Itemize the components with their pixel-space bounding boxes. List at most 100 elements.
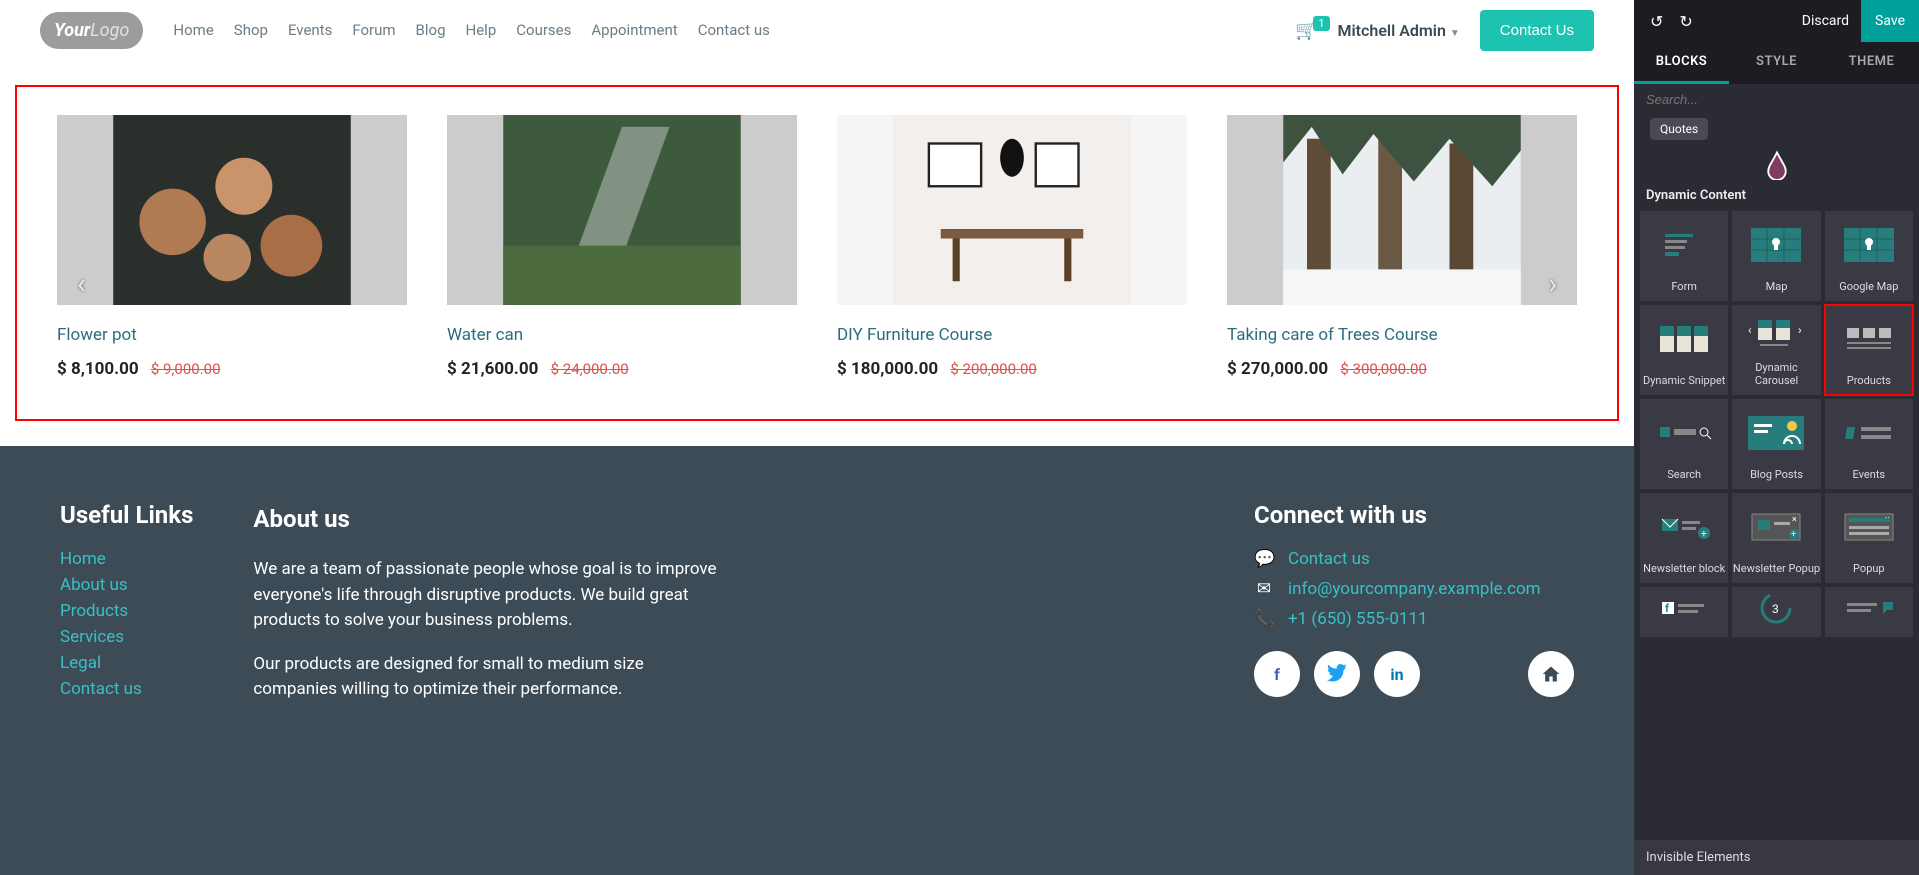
current-price: $ 8,100.00 [57, 359, 139, 379]
block-discussion[interactable] [1825, 587, 1913, 637]
svg-text:‹: ‹ [1748, 323, 1752, 337]
block-newsletter-popup[interactable]: ×+ Newsletter Popup [1732, 493, 1820, 583]
nav-contactus[interactable]: Contact us [698, 21, 770, 39]
footer-useful-links: Useful Links Home About us Products Serv… [60, 501, 193, 721]
block-facebook[interactable]: f [1640, 587, 1728, 637]
product-price: $ 21,600.00 $ 24,000.00 [447, 359, 797, 379]
user-menu[interactable]: Mitchell Admin ▼ [1338, 21, 1460, 40]
current-price: $ 180,000.00 [837, 359, 938, 379]
block-newsletter-block[interactable]: + Newsletter block [1640, 493, 1728, 583]
cart-button[interactable]: 🛒 1 [1295, 20, 1317, 41]
product-card[interactable]: Water can $ 21,600.00 $ 24,000.00 [447, 115, 797, 379]
nav-appointment[interactable]: Appointment [591, 21, 677, 39]
product-card[interactable]: Flower pot $ 8,100.00 $ 9,000.00 [57, 115, 407, 379]
svg-text:3: 3 [1772, 602, 1779, 616]
about-text-1: We are a team of passionate people whose… [253, 557, 723, 634]
current-price: $ 270,000.00 [1227, 359, 1328, 379]
tab-blocks[interactable]: BLOCKS [1634, 42, 1729, 84]
invisible-elements-bar[interactable]: Invisible Elements [1634, 840, 1919, 875]
user-name: Mitchell Admin [1338, 21, 1446, 40]
undo-button[interactable]: ↺ [1642, 12, 1671, 31]
save-button[interactable]: Save [1861, 0, 1919, 42]
about-text-2: Our products are designed for small to m… [253, 652, 723, 703]
product-title: DIY Furniture Course [837, 325, 1187, 345]
main-content-area: YourLogo Home Shop Events Forum Blog Hel… [0, 0, 1634, 875]
facebook-button[interactable]: f [1254, 651, 1300, 697]
block-google-map[interactable]: Google Map [1825, 211, 1913, 301]
block-form[interactable]: Form [1640, 211, 1728, 301]
connect-contact-link[interactable]: Contact us [1288, 549, 1370, 569]
linkedin-button[interactable]: in [1374, 651, 1420, 697]
contact-us-button[interactable]: Contact Us [1480, 10, 1594, 51]
block-label: Dynamic Snippet [1643, 374, 1725, 387]
discard-button[interactable]: Discard [1790, 13, 1861, 29]
svg-text:›: › [1798, 323, 1802, 337]
redo-button[interactable]: ↻ [1671, 12, 1700, 31]
nav-shop[interactable]: Shop [234, 21, 268, 39]
carousel-next-button[interactable]: › [1549, 267, 1557, 300]
blocks-scroll-area[interactable]: Quotes Dynamic Content Form Map Google M… [1634, 116, 1919, 840]
site-footer: Useful Links Home About us Products Serv… [0, 446, 1634, 875]
chevron-down-icon: ▼ [1450, 28, 1460, 39]
footer-link-legal[interactable]: Legal [60, 653, 193, 673]
editor-search-row [1634, 84, 1919, 116]
block-grid: Form Map Google Map Dynamic Snippet ‹› D… [1640, 211, 1913, 637]
footer-link-home[interactable]: Home [60, 549, 193, 569]
connect-email-link[interactable]: info@yourcompany.example.com [1288, 579, 1541, 599]
footer-link-contact[interactable]: Contact us [60, 679, 193, 699]
product-image [57, 115, 407, 305]
block-label: Blog Posts [1750, 468, 1803, 481]
website-editor-panel: ↺ ↻ Discard Save BLOCKS STYLE THEME Quot… [1634, 0, 1919, 875]
dynamic-content-heading: Dynamic Content [1646, 188, 1913, 203]
block-dynamic-carousel[interactable]: ‹› Dynamic Carousel [1732, 305, 1820, 395]
block-events[interactable]: Events [1825, 399, 1913, 489]
block-dynamic-snippet[interactable]: Dynamic Snippet [1640, 305, 1728, 395]
connect-heading: Connect with us [1254, 501, 1574, 529]
home-floating-button[interactable] [1528, 651, 1574, 697]
footer-connect: Connect with us 💬 Contact us ✉ info@your… [1254, 501, 1574, 721]
block-countdown[interactable]: 3 [1732, 587, 1820, 637]
nav-forum[interactable]: Forum [352, 21, 395, 39]
block-popup[interactable]: × Popup [1825, 493, 1913, 583]
product-title: Taking care of Trees Course [1227, 325, 1577, 345]
drop-icon [1762, 150, 1792, 180]
tab-style[interactable]: STYLE [1729, 42, 1824, 84]
svg-text:+: + [1701, 529, 1707, 540]
block-label: Events [1853, 468, 1886, 481]
block-label: Google Map [1839, 280, 1898, 293]
block-search-input[interactable] [1646, 92, 1907, 107]
product-image [447, 115, 797, 305]
block-products[interactable]: Products [1825, 305, 1913, 395]
top-navbar: YourLogo Home Shop Events Forum Blog Hel… [0, 0, 1634, 60]
nav-help[interactable]: Help [466, 21, 497, 39]
about-heading: About us [253, 501, 723, 537]
nav-home[interactable]: Home [173, 21, 213, 39]
product-card[interactable]: DIY Furniture Course $ 180,000.00 $ 200,… [837, 115, 1187, 379]
block-search[interactable]: Search [1640, 399, 1728, 489]
quotes-category-pill[interactable]: Quotes [1650, 118, 1708, 140]
carousel-prev-button[interactable]: ‹ [77, 267, 85, 300]
twitter-button[interactable] [1314, 651, 1360, 697]
block-label: Newsletter Popup [1733, 562, 1820, 575]
footer-link-services[interactable]: Services [60, 627, 193, 647]
tab-theme[interactable]: THEME [1824, 42, 1919, 84]
nav-events[interactable]: Events [288, 21, 332, 39]
connect-phone-link[interactable]: +1 (650) 555-0111 [1288, 609, 1428, 629]
svg-text:f: f [1665, 602, 1669, 615]
footer-link-about[interactable]: About us [60, 575, 193, 595]
nav-courses[interactable]: Courses [516, 21, 571, 39]
site-logo[interactable]: YourLogo [40, 12, 143, 49]
nav-blog[interactable]: Blog [416, 21, 446, 39]
block-label: Form [1671, 280, 1697, 293]
block-map[interactable]: Map [1732, 211, 1820, 301]
cart-badge: 1 [1313, 16, 1329, 31]
product-card[interactable]: Taking care of Trees Course $ 270,000.00… [1227, 115, 1577, 379]
block-blog-posts[interactable]: Blog Posts [1732, 399, 1820, 489]
footer-link-products[interactable]: Products [60, 601, 193, 621]
mail-icon: ✉ [1254, 579, 1274, 599]
old-price: $ 24,000.00 [551, 360, 629, 378]
useful-links-heading: Useful Links [60, 501, 193, 529]
nav-links: Home Shop Events Forum Blog Help Courses… [173, 21, 769, 39]
products-carousel-block[interactable]: ‹ › Flower pot $ 8,100.00 $ 9,000.00 Wat… [15, 85, 1619, 421]
product-title: Water can [447, 325, 797, 345]
